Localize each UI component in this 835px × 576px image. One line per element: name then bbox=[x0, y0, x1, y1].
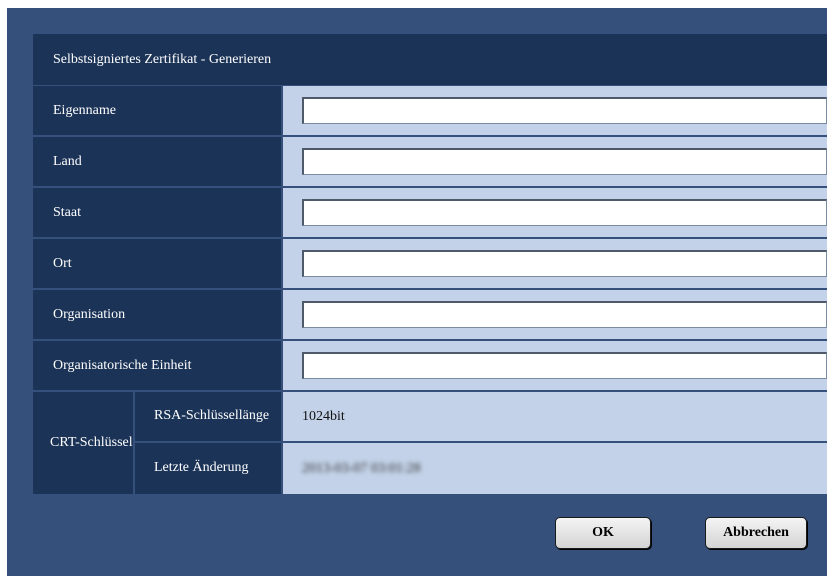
locality-cell bbox=[283, 239, 827, 290]
organizational-unit-label: Organisatorische Einheit bbox=[33, 341, 283, 392]
certificate-dialog: Selbstsigniertes Zertifikat - Generieren… bbox=[7, 8, 827, 576]
organization-cell bbox=[283, 290, 827, 341]
organization-label: Organisation bbox=[33, 290, 283, 341]
row-locality: Ort bbox=[33, 239, 827, 290]
country-label: Land bbox=[33, 137, 283, 188]
row-country: Land bbox=[33, 137, 827, 188]
crt-key-label: CRT-Schlüssel bbox=[33, 392, 135, 494]
row-state: Staat bbox=[33, 188, 827, 239]
country-cell bbox=[283, 137, 827, 188]
state-label: Staat bbox=[33, 188, 283, 239]
cancel-button[interactable]: Abbrechen bbox=[705, 517, 807, 549]
rsa-key-length-label: RSA-Schlüssellänge bbox=[135, 392, 283, 443]
rsa-key-length-value: 1024bit bbox=[283, 392, 827, 443]
organizational-unit-input[interactable] bbox=[302, 352, 827, 379]
last-change-label: Letzte Änderung bbox=[135, 443, 283, 494]
common-name-input[interactable] bbox=[302, 97, 827, 124]
ok-button[interactable]: OK bbox=[555, 517, 651, 549]
state-input[interactable] bbox=[302, 199, 827, 226]
crt-row-rsa: RSA-Schlüssellänge 1024bit bbox=[135, 392, 827, 443]
organizational-unit-cell bbox=[283, 341, 827, 392]
state-cell bbox=[283, 188, 827, 239]
crt-row-last-change: Letzte Änderung 2013-03-07 03:01:28 bbox=[135, 443, 827, 494]
dialog-buttons: OK Abbrechen bbox=[555, 517, 815, 551]
locality-label: Ort bbox=[33, 239, 283, 290]
crt-key-section: CRT-Schlüssel RSA-Schlüssellänge 1024bit… bbox=[33, 392, 827, 494]
common-name-label: Eigenname bbox=[33, 86, 283, 137]
common-name-cell bbox=[283, 86, 827, 137]
row-organization: Organisation bbox=[33, 290, 827, 341]
row-common-name: Eigenname bbox=[33, 86, 827, 137]
organization-input[interactable] bbox=[302, 301, 827, 328]
certificate-form: Selbstsigniertes Zertifikat - Generieren… bbox=[33, 34, 827, 494]
last-change-value: 2013-03-07 03:01:28 bbox=[302, 460, 421, 476]
last-change-value-cell: 2013-03-07 03:01:28 bbox=[283, 443, 827, 494]
country-input[interactable] bbox=[302, 148, 827, 175]
locality-input[interactable] bbox=[302, 250, 827, 277]
dialog-title: Selbstsigniertes Zertifikat - Generieren bbox=[33, 34, 827, 86]
row-organizational-unit: Organisatorische Einheit bbox=[33, 341, 827, 392]
crt-key-rows: RSA-Schlüssellänge 1024bit Letzte Änderu… bbox=[135, 392, 827, 494]
